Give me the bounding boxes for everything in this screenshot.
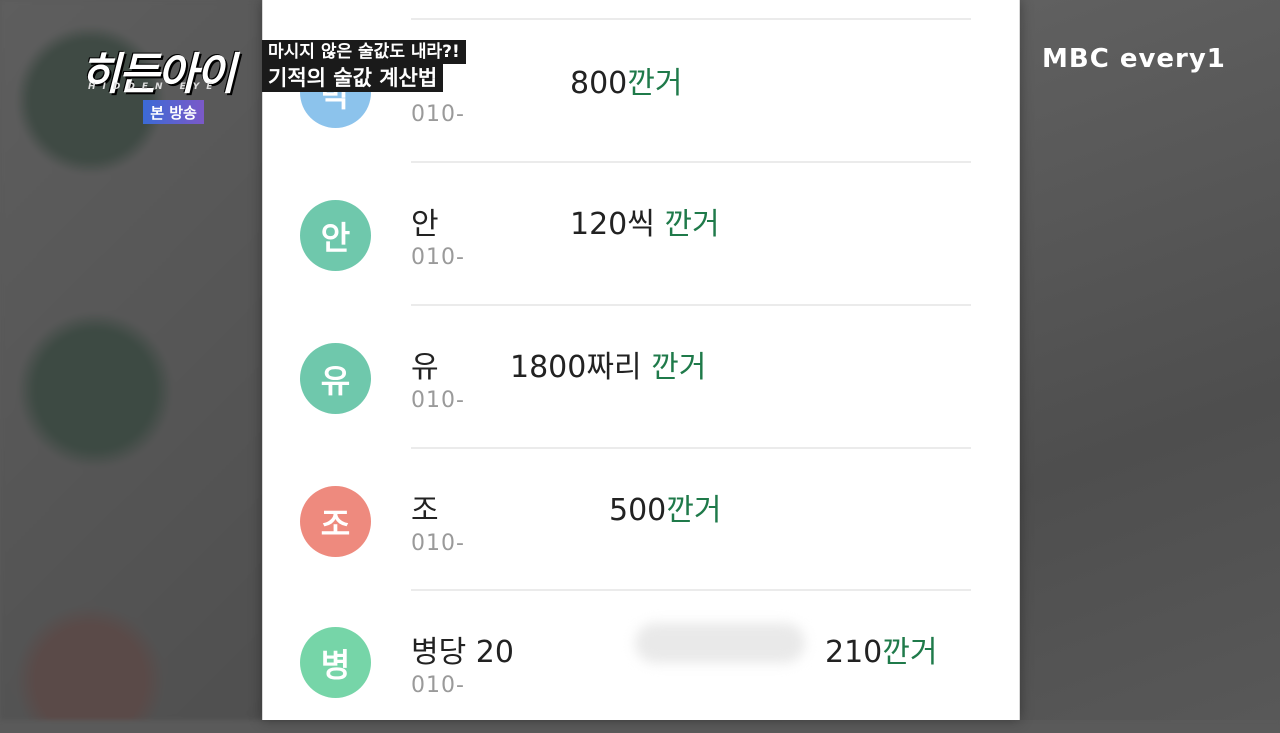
- contacts-screen: 박 800깐거 010- 안 안 120씩 깐거 010- 유 유 1800짜리…: [262, 0, 1020, 720]
- contact-note: 210깐거: [825, 635, 938, 670]
- caption-line-1: 마시지 않은 술값도 내라?!: [262, 40, 466, 64]
- contact-phone: 010-: [411, 102, 465, 127]
- contact-phone: 010-: [411, 245, 465, 270]
- contact-row[interactable]: 유 유 1800짜리 깐거 010-: [263, 306, 1019, 448]
- contact-name: 조: [411, 493, 439, 528]
- contact-note: 800깐거: [570, 66, 683, 101]
- contact-avatar: 병: [300, 627, 371, 698]
- blurred-text: [635, 623, 805, 663]
- channel-logo: MBC every1: [1042, 44, 1226, 74]
- contact-avatar: 유: [300, 343, 371, 414]
- caption-line-2: 기적의 술값 계산법: [262, 64, 444, 92]
- contact-phone: 010-: [411, 388, 465, 413]
- contact-name: 병당 20: [411, 635, 514, 670]
- contact-avatar: 조: [300, 486, 371, 557]
- broadcast-badge: 본 방송: [143, 100, 204, 124]
- contact-name: 안: [411, 207, 439, 242]
- contact-avatar: 안: [300, 200, 371, 271]
- show-logo-subtitle: HIDDEN EYE: [88, 82, 220, 92]
- background-right: [1020, 0, 1280, 720]
- contact-phone: 010-: [411, 673, 465, 698]
- contact-row[interactable]: 안 안 120씩 깐거 010-: [263, 163, 1019, 305]
- contact-note: 1800짜리 깐거: [510, 350, 707, 385]
- contact-phone: 010-: [411, 531, 465, 556]
- contact-note: 120씩 깐거: [570, 207, 720, 242]
- contact-name: 유: [411, 350, 439, 385]
- contact-note: 500깐거: [609, 493, 722, 528]
- contact-row[interactable]: 병 병당 20 210깐거 010-: [263, 591, 1019, 733]
- contact-row[interactable]: 조 조 500깐거 010-: [263, 449, 1019, 591]
